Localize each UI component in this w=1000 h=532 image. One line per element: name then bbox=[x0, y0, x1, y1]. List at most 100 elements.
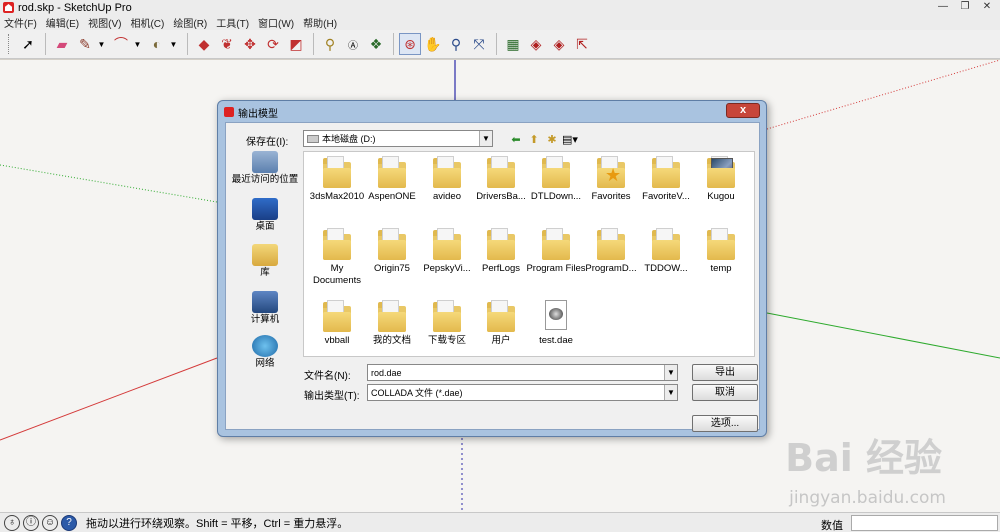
place-recent[interactable]: 最近访问的位置 bbox=[230, 151, 300, 185]
up-folder-icon[interactable]: ⬆ bbox=[526, 133, 542, 148]
chevron-down-icon[interactable]: ▼ bbox=[664, 365, 677, 380]
scale-tool-icon[interactable]: ◩ bbox=[285, 33, 307, 55]
file-item[interactable]: My Documents bbox=[307, 228, 367, 287]
new-folder-icon[interactable]: ✱ bbox=[544, 133, 560, 148]
file-item[interactable]: avideo bbox=[417, 156, 477, 203]
file-item[interactable]: Origin75 bbox=[362, 228, 422, 275]
toolbar-separator bbox=[393, 33, 394, 55]
file-name: Program Files bbox=[526, 263, 586, 274]
file-item[interactable]: PepskyVi... bbox=[417, 228, 477, 275]
file-item[interactable]: FavoriteV... bbox=[636, 156, 696, 203]
warehouse-icon[interactable]: ▦ bbox=[502, 33, 524, 55]
select-tool-icon[interactable]: ➚ bbox=[17, 33, 39, 55]
toolbar-grip[interactable] bbox=[8, 34, 11, 54]
file-item[interactable]: temp bbox=[691, 228, 751, 275]
geo-location-icon[interactable]: ♁ bbox=[4, 514, 20, 531]
move-tool-icon[interactable]: ✥ bbox=[239, 33, 261, 55]
follow-me-tool-icon[interactable]: ❦ bbox=[216, 33, 238, 55]
file-item[interactable]: TDDOW... bbox=[636, 228, 696, 275]
filetype-select[interactable]: COLLADA 文件 (*.dae) ▼ bbox=[367, 384, 678, 401]
place-computer[interactable]: 计算机 bbox=[230, 291, 300, 325]
file-list[interactable]: 3dsMax2010 AspenONE avideo DriversBa... DTLD… bbox=[303, 151, 755, 357]
file-item[interactable]: Kugou bbox=[691, 156, 751, 203]
view-menu-icon[interactable]: ▤▾ bbox=[562, 133, 578, 148]
filename-input[interactable]: rod.dae ▼ bbox=[367, 364, 678, 381]
extension-warehouse-icon[interactable]: ⇱ bbox=[571, 33, 593, 55]
menu-window[interactable]: 窗口(W) bbox=[258, 15, 294, 30]
maximize-button[interactable]: ❐ bbox=[956, 0, 974, 13]
folder-icon bbox=[652, 228, 680, 260]
file-name: temp bbox=[710, 263, 732, 274]
places-bar: 最近访问的位置 桌面 库 计算机 网络 bbox=[230, 151, 300, 371]
file-item[interactable]: 我的文档 bbox=[362, 300, 422, 347]
chevron-down-icon[interactable]: ▼ bbox=[133, 40, 142, 49]
orbit-tool-icon[interactable]: ⊛ bbox=[399, 33, 421, 55]
credits-icon[interactable]: ⓘ bbox=[23, 514, 39, 531]
options-button[interactable]: 选项... bbox=[692, 415, 758, 432]
chevron-down-icon[interactable]: ▼ bbox=[169, 40, 178, 49]
zoom-extents-icon[interactable]: ⤧ bbox=[468, 33, 490, 55]
measurements-input[interactable] bbox=[851, 515, 998, 531]
back-arrow-icon[interactable]: ⬅ bbox=[508, 133, 524, 148]
location-select[interactable]: 本地磁盘 (D:) ▼ bbox=[303, 130, 493, 147]
dialog-close-button[interactable]: x bbox=[726, 103, 760, 118]
file-name: vbball bbox=[324, 335, 350, 346]
place-libraries[interactable]: 库 bbox=[230, 244, 300, 278]
menu-camera[interactable]: 相机(C) bbox=[130, 15, 164, 30]
file-item[interactable]: DriversBa... bbox=[471, 156, 531, 203]
zoom-tool-icon[interactable]: ⚲ bbox=[445, 33, 467, 55]
file-item[interactable]: AspenONE bbox=[362, 156, 422, 203]
file-item[interactable]: vbball bbox=[307, 300, 367, 347]
filename-value: rod.dae bbox=[371, 367, 402, 378]
file-item[interactable]: 用户 bbox=[471, 300, 531, 347]
menu-tools[interactable]: 工具(T) bbox=[216, 15, 249, 30]
pan-tool-icon[interactable]: ✋ bbox=[422, 33, 444, 55]
file-item[interactable]: ★ Favorites bbox=[581, 156, 641, 203]
main-toolbar: ➚ ▰ ✎ ▼ ⌒ ▼ ◐ ▼ ◆ ❦ ✥ ⟳ ◩ ⚲ Ⓐ ❖ ⊛ ✋ ⚲ ⤧ … bbox=[0, 30, 1000, 59]
menu-help[interactable]: 帮助(H) bbox=[303, 15, 337, 30]
file-item[interactable]: 下载专区 bbox=[417, 300, 477, 347]
file-item[interactable]: PerfLogs bbox=[471, 228, 531, 275]
menu-file[interactable]: 文件(F) bbox=[4, 15, 37, 30]
text-tool-icon[interactable]: Ⓐ bbox=[342, 33, 364, 55]
folder-icon bbox=[542, 156, 570, 188]
pencil-tool-icon[interactable]: ✎ bbox=[74, 33, 96, 55]
chevron-down-icon[interactable]: ▼ bbox=[479, 131, 492, 146]
arc-tool-icon[interactable]: ⌒ bbox=[110, 33, 132, 55]
user-icon[interactable]: ☺ bbox=[42, 514, 58, 531]
share-model-icon[interactable]: ◈ bbox=[525, 33, 547, 55]
paint-bucket-icon[interactable]: ◐ bbox=[146, 33, 168, 55]
menu-edit[interactable]: 编辑(E) bbox=[46, 15, 79, 30]
cancel-button[interactable]: 取消 bbox=[692, 384, 758, 401]
green-axis bbox=[766, 312, 1000, 359]
folder-icon bbox=[652, 156, 680, 188]
chevron-down-icon[interactable]: ▼ bbox=[664, 385, 677, 400]
window-title: rod.skp - SketchUp Pro bbox=[18, 1, 132, 14]
place-desktop[interactable]: 桌面 bbox=[230, 198, 300, 232]
file-item[interactable]: test.dae bbox=[526, 300, 586, 347]
export-button[interactable]: 导出 bbox=[692, 364, 758, 381]
eraser-tool-icon[interactable]: ▰ bbox=[51, 33, 73, 55]
menu-view[interactable]: 视图(V) bbox=[88, 15, 121, 30]
sketchup-logo-icon bbox=[3, 2, 14, 13]
libraries-icon bbox=[252, 244, 278, 266]
status-message: 拖动以进行环绕观察。Shift = 平移，Ctrl = 重力悬浮。 bbox=[86, 517, 349, 530]
help-icon[interactable]: ? bbox=[61, 514, 77, 531]
measurements-label: 数值 bbox=[821, 520, 843, 532]
paint-tool-icon[interactable]: ❖ bbox=[365, 33, 387, 55]
file-item[interactable]: DTLDown... bbox=[526, 156, 586, 203]
close-window-button[interactable]: ✕ bbox=[978, 0, 996, 13]
file-item[interactable]: Program Files bbox=[526, 228, 586, 275]
file-name: 我的文档 bbox=[372, 335, 411, 346]
tape-measure-icon[interactable]: ⚲ bbox=[319, 33, 341, 55]
place-network[interactable]: 网络 bbox=[230, 335, 300, 369]
folder-icon bbox=[433, 156, 461, 188]
chevron-down-icon[interactable]: ▼ bbox=[97, 40, 106, 49]
rotate-tool-icon[interactable]: ⟳ bbox=[262, 33, 284, 55]
minimize-button[interactable]: — bbox=[934, 0, 952, 13]
file-item[interactable]: 3dsMax2010 bbox=[307, 156, 367, 203]
menu-draw[interactable]: 绘图(R) bbox=[173, 15, 207, 30]
file-item[interactable]: ProgramD... bbox=[581, 228, 641, 275]
push-pull-tool-icon[interactable]: ◆ bbox=[193, 33, 215, 55]
get-components-icon[interactable]: ◈ bbox=[548, 33, 570, 55]
